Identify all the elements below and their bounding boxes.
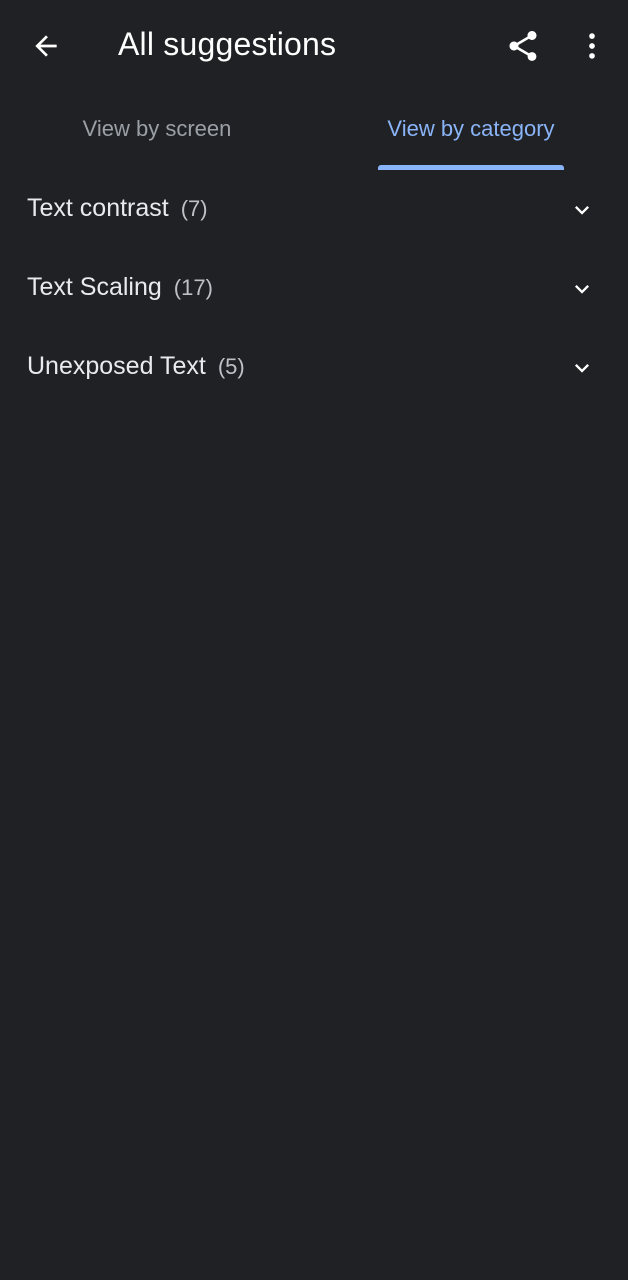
category-row-text-contrast[interactable]: Text contrast (7) xyxy=(0,170,628,249)
all-suggestions-screen: All suggestions View by screen View by c… xyxy=(0,0,628,1280)
category-label: Unexposed Text xyxy=(27,352,206,380)
more-options-button[interactable] xyxy=(570,22,614,70)
category-count: (5) xyxy=(217,354,245,379)
tab-view-by-category[interactable]: View by category xyxy=(314,100,628,170)
category-row-text: Text Scaling (17) xyxy=(27,273,213,302)
arrow-back-icon xyxy=(35,35,57,57)
chevron-down-icon[interactable] xyxy=(568,275,596,303)
category-row-text: Text contrast (7) xyxy=(27,194,208,223)
tab-label: View by category xyxy=(387,116,555,141)
back-button[interactable] xyxy=(22,22,70,70)
tab-label: View by screen xyxy=(82,116,232,141)
category-row-unexposed-text[interactable]: Unexposed Text (5) xyxy=(0,328,628,407)
category-label: Text Scaling xyxy=(27,273,162,301)
category-row-text: Unexposed Text (5) xyxy=(27,352,245,381)
tab-view-by-screen[interactable]: View by screen xyxy=(0,100,314,170)
category-list: Text contrast (7) Text Scaling (17) Unexpo… xyxy=(0,170,628,407)
share-icon xyxy=(509,31,537,61)
tab-bar: View by screen View by category xyxy=(0,100,628,170)
share-button[interactable] xyxy=(498,22,548,70)
more-vert-icon xyxy=(589,33,595,59)
category-label: Text contrast xyxy=(27,194,169,222)
chevron-down-icon[interactable] xyxy=(568,196,596,224)
category-count: (7) xyxy=(180,196,208,221)
category-count: (17) xyxy=(173,275,213,300)
page-title: All suggestions xyxy=(118,26,337,62)
category-row-text-scaling[interactable]: Text Scaling (17) xyxy=(0,249,628,328)
chevron-down-icon[interactable] xyxy=(568,354,596,382)
app-bar: All suggestions xyxy=(0,0,628,92)
